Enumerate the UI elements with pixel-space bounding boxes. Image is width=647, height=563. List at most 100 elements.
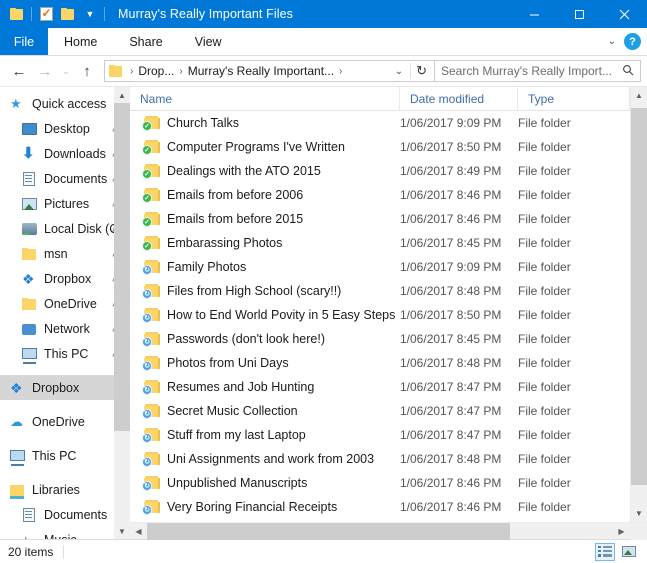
sidebar-item-onedrive[interactable]: ☁ OneDrive <box>0 409 130 434</box>
list-scroll-right-icon[interactable]: ▶ <box>613 523 630 540</box>
recent-locations-icon[interactable]: ⌄ <box>58 58 74 84</box>
cell-name: ↻ Files from High School (scary!!) <box>130 284 400 299</box>
cell-type: File folder <box>518 428 571 442</box>
new-folder-icon[interactable] <box>57 3 79 25</box>
sidebar-item-documents[interactable]: Documents <box>0 502 130 527</box>
table-row[interactable]: ↻ Family Photos 1/06/2017 9:09 PM File fold… <box>130 255 630 279</box>
table-row[interactable]: ✓ Computer Programs I've Written 1/06/2017… <box>130 135 630 159</box>
sidebar-item-desktop[interactable]: Desktop <box>0 116 130 141</box>
up-button[interactable]: ↑ <box>74 58 100 84</box>
table-row[interactable]: ↻ Photos from Uni Days 1/06/2017 8:48 PM Fi… <box>130 351 630 375</box>
table-row[interactable]: ✓ Emails from before 2015 1/06/2017 8:46 P… <box>130 207 630 231</box>
search-icon[interactable] <box>622 64 634 79</box>
list-vertical-scrollbar[interactable]: ▲ ▼ <box>630 87 647 522</box>
sidebar-item-quick-access[interactable]: ★ Quick access <box>0 91 130 116</box>
sidebar-item-label: OneDrive <box>32 414 85 429</box>
list-hscroll-thumb[interactable] <box>147 522 511 540</box>
table-row[interactable]: ↻ How to End World Povity in 5 Easy Steps… <box>130 303 630 327</box>
sidebar-item-dropbox[interactable]: ❖ Dropbox <box>0 375 130 400</box>
sidebar-item-this-pc[interactable]: This PC <box>0 341 130 366</box>
cell-name: ↻ Very Boring Financial Receipts <box>130 500 400 515</box>
list-scroll-down-icon[interactable]: ▼ <box>631 505 647 522</box>
chevron-down-icon[interactable]: ⌄ <box>604 36 620 47</box>
table-row[interactable]: ↻ Secret Music Collection 1/06/2017 8:47 P… <box>130 399 630 423</box>
large-icons-view-button[interactable] <box>619 543 639 561</box>
file-name: Passwords (don't look here!) <box>167 332 326 346</box>
folder-icon: ↻ <box>142 332 160 347</box>
table-row[interactable]: ✓ Emails from before 2006 1/06/2017 8:46 P… <box>130 183 630 207</box>
back-button[interactable]: ← <box>6 58 32 84</box>
table-row[interactable]: ↻ Resumes and Job Hunting 1/06/2017 8:47 P… <box>130 375 630 399</box>
navigation-scrollbar[interactable]: ▲ ▼ <box>114 87 130 539</box>
column-header-name-label: Name <box>140 91 173 106</box>
table-row[interactable]: ↻ Passwords (don't look here!) 1/06/2017 8… <box>130 327 630 351</box>
sidebar-item-onedrive[interactable]: OneDrive <box>0 291 130 316</box>
sidebar-item-network[interactable]: Network <box>0 316 130 341</box>
list-scroll-left-icon[interactable]: ◀ <box>130 523 147 540</box>
sidebar-item-dropbox[interactable]: ❖ Dropbox <box>0 266 130 291</box>
sort-ascending-icon: ⌃ <box>272 87 280 89</box>
forward-button[interactable]: → <box>32 58 58 84</box>
breadcrumb-item-1[interactable]: Murray's Really Important... <box>186 64 336 78</box>
sidebar-item-downloads[interactable]: ⬇ Downloads <box>0 141 130 166</box>
path-dropdown-icon[interactable]: ⌄ <box>388 66 410 77</box>
table-row[interactable]: ✓ Embarassing Photos 1/06/2017 8:45 PM File… <box>130 231 630 255</box>
refresh-icon[interactable]: ↻ <box>410 63 432 79</box>
nav-scroll-track[interactable] <box>114 103 130 523</box>
minimize-button[interactable] <box>512 0 557 28</box>
maximize-button[interactable] <box>557 0 602 28</box>
tab-share[interactable]: Share <box>113 28 178 55</box>
folder-icon: ↻ <box>142 356 160 371</box>
properties-icon[interactable] <box>35 3 57 25</box>
details-view-button[interactable] <box>595 542 615 561</box>
sidebar-item-music[interactable]: ♪ Music <box>0 527 130 540</box>
list-hscroll-track[interactable] <box>147 522 613 540</box>
table-row[interactable]: ✓ Church Talks 1/06/2017 9:09 PM File folde… <box>130 111 630 135</box>
breadcrumb-item-0[interactable]: Drop... <box>136 64 176 78</box>
sidebar-item-label: Music <box>44 533 77 540</box>
nav-scroll-down-icon[interactable]: ▼ <box>114 523 130 539</box>
table-row[interactable]: ↻ Files from High School (scary!!) 1/06/20… <box>130 279 630 303</box>
column-header-name[interactable]: Name ⌃ <box>130 87 400 111</box>
sidebar-item-documents[interactable]: Documents <box>0 166 130 191</box>
table-row[interactable]: ↻ Stuff from my last Laptop 1/06/2017 8:47… <box>130 423 630 447</box>
sidebar-item-this-pc[interactable]: This PC <box>0 443 130 468</box>
file-name: Dealings with the ATO 2015 <box>167 164 321 178</box>
sidebar-item-local-disk-c[interactable]: Local Disk (C: <box>0 216 130 241</box>
tab-home[interactable]: Home <box>48 28 113 55</box>
sidebar-item-pictures[interactable]: Pictures <box>0 191 130 216</box>
nav-group-gap <box>0 400 130 409</box>
breadcrumb[interactable]: › Drop... › Murray's Really Important...… <box>104 60 435 82</box>
table-row[interactable]: ↻ Uni Assignments and work from 2003 1/06/… <box>130 447 630 471</box>
list-horizontal-scrollbar[interactable]: ◀ ▶ <box>130 522 647 540</box>
search-input[interactable]: Search Murray's Really Import... <box>435 60 641 82</box>
tab-view[interactable]: View <box>179 28 238 55</box>
table-row[interactable]: ↻ Very Boring Financial Receipts 1/06/2017… <box>130 495 630 519</box>
table-row[interactable]: ✓ Dealings with the ATO 2015 1/06/2017 8:4… <box>130 159 630 183</box>
folder-icon[interactable] <box>6 3 28 25</box>
help-icon[interactable]: ? <box>624 33 641 50</box>
sidebar-item-label: Dropbox <box>32 380 80 395</box>
cell-date-modified: 1/06/2017 8:49 PM <box>400 164 502 178</box>
nav-scroll-thumb[interactable] <box>114 103 130 431</box>
table-row[interactable]: ↻ Unpublished Manuscripts 1/06/2017 8:46 P… <box>130 471 630 495</box>
sidebar-item-label: This PC <box>32 448 77 463</box>
column-header-date-modified[interactable]: Date modified <box>400 87 518 111</box>
breadcrumb-separator-2[interactable]: › <box>336 66 345 77</box>
window-controls <box>512 0 647 28</box>
column-header-type[interactable]: Type <box>518 87 630 111</box>
nav-scroll-up-icon[interactable]: ▲ <box>114 87 130 103</box>
cell-name: ↻ How to End World Povity in 5 Easy Steps <box>130 308 400 323</box>
tab-file[interactable]: File <box>0 28 48 55</box>
sidebar-item-msn[interactable]: msn <box>0 241 130 266</box>
list-scroll-thumb[interactable] <box>630 108 647 485</box>
sidebar-item-libraries[interactable]: Libraries <box>0 477 130 502</box>
close-button[interactable] <box>602 0 647 28</box>
file-explorer-window: ▼ Murray's Really Important Files File H… <box>0 0 647 563</box>
list-scroll-up-icon[interactable]: ▲ <box>631 87 647 104</box>
cell-type: File folder <box>518 164 571 178</box>
customize-caret-icon[interactable]: ▼ <box>79 3 101 25</box>
list-scroll-track[interactable] <box>630 104 647 505</box>
file-name: Family Photos <box>167 260 247 274</box>
cell-date-modified: 1/06/2017 8:46 PM <box>400 188 502 202</box>
